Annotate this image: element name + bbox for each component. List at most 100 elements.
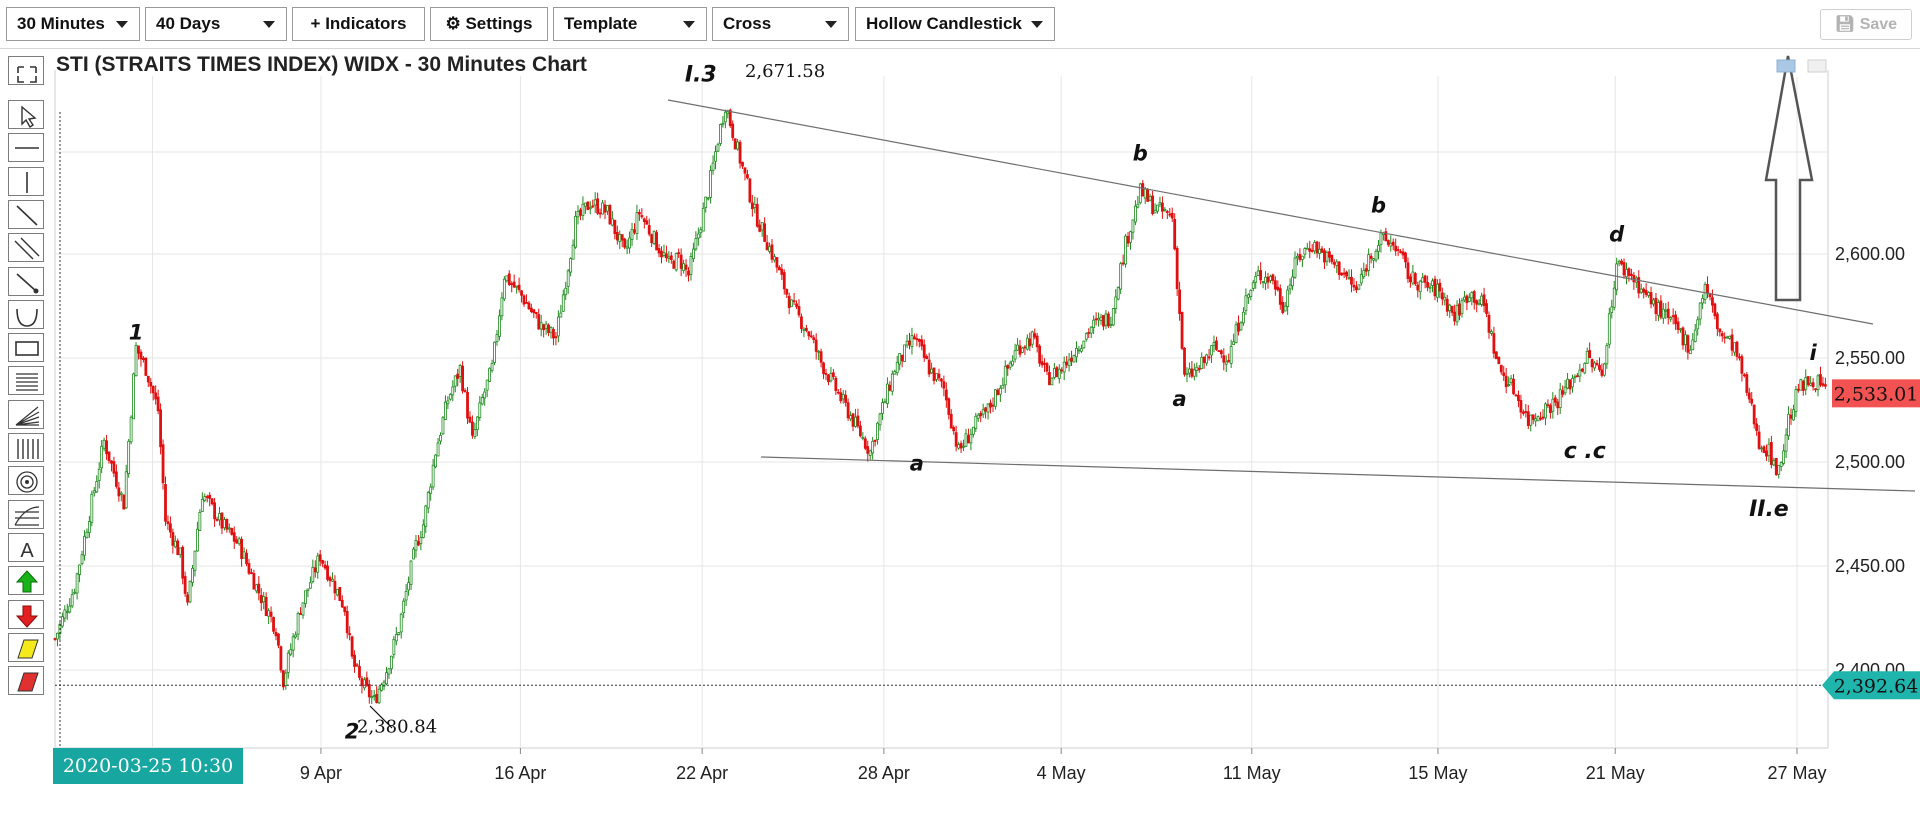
candle-body: [149, 382, 153, 387]
candle-body: [1300, 255, 1304, 260]
candle-body: [313, 567, 317, 573]
candle-body: [1757, 431, 1761, 449]
candle-body: [915, 338, 919, 341]
candle-body: [119, 492, 123, 495]
candle-body: [181, 546, 185, 579]
candle-body: [490, 363, 494, 371]
candle-body: [448, 394, 452, 400]
candle-body: [888, 384, 892, 391]
candle-body: [849, 415, 852, 420]
candle-body: [1661, 308, 1665, 319]
candle-body: [657, 248, 661, 254]
candle-body: [1308, 248, 1312, 252]
candle-body: [70, 594, 74, 607]
layout-icon[interactable]: [1807, 59, 1827, 73]
candle-body: [1185, 373, 1189, 376]
candle-body: [1561, 390, 1565, 395]
up-arrow-annotation: [1764, 55, 1814, 302]
candle-body: [105, 440, 108, 455]
candle-body: [1256, 270, 1260, 276]
candle-body: [1779, 462, 1783, 467]
chart-type-icon[interactable]: [1776, 59, 1796, 73]
candle-body: [375, 694, 379, 703]
candle-body: [188, 580, 192, 603]
candle-body: [1126, 236, 1130, 244]
wave-label: b: [1133, 141, 1148, 165]
candle-body: [1008, 362, 1012, 368]
candle-body: [1197, 367, 1201, 371]
candle-body: [1332, 262, 1336, 265]
candle-body: [311, 566, 315, 582]
candle-body: [665, 253, 668, 259]
candle-body: [262, 596, 266, 603]
candle-body: [1774, 457, 1778, 476]
candle-body: [667, 256, 671, 259]
candle-body: [566, 270, 570, 287]
candle-body: [819, 351, 823, 363]
candle-body: [1423, 275, 1427, 283]
candle-body: [444, 401, 447, 420]
candle-body: [1296, 255, 1299, 259]
candle-body: [186, 594, 189, 603]
candle-body: [365, 677, 369, 686]
candle-body: [1082, 340, 1086, 349]
candle-body: [736, 141, 740, 150]
candle-body: [1244, 295, 1248, 311]
candle-body: [930, 368, 934, 374]
candle-body: [603, 204, 607, 213]
candle-body: [606, 205, 609, 212]
candle-body: [728, 109, 732, 126]
candle-body: [56, 632, 59, 640]
candle-body: [166, 521, 170, 524]
candle-body: [350, 636, 354, 657]
candle-body: [1045, 363, 1049, 372]
candle-body: [952, 427, 956, 432]
candle-body: [254, 584, 258, 592]
candle-body: [753, 203, 757, 209]
price-chart[interactable]: 2,400.002,450.002,500.002,550.002,600.00…: [0, 0, 1920, 817]
candle-body: [701, 207, 705, 232]
candle-body: [1409, 276, 1412, 283]
candle-body: [628, 237, 631, 249]
candle-body: [957, 444, 961, 449]
last-price-label: 2,533.01: [1834, 383, 1919, 405]
candle-body: [208, 494, 212, 499]
candle-body: [893, 371, 897, 375]
candle-body: [596, 198, 600, 214]
candle-body: [358, 666, 361, 678]
candle-body: [267, 610, 271, 617]
candle-body: [1070, 357, 1073, 362]
candle-body: [1620, 260, 1623, 265]
candle-body: [525, 302, 528, 304]
candle-body: [404, 591, 408, 601]
y-tick-label: 2,550.00: [1835, 348, 1905, 368]
candle-body: [814, 339, 818, 352]
candle-body: [159, 409, 162, 448]
wave-label: 2,380.84: [357, 716, 437, 737]
candle-body: [362, 679, 366, 689]
candle-body: [638, 211, 641, 215]
candle-body: [1318, 248, 1321, 254]
candle-body: [240, 538, 244, 560]
candle-body: [920, 339, 924, 347]
candle-body: [841, 393, 845, 400]
candle-body: [1254, 276, 1258, 283]
candle-body: [1492, 333, 1496, 354]
candle-body: [822, 362, 825, 374]
candle-body: [68, 605, 72, 613]
candle-body: [1529, 414, 1533, 426]
candle-body: [1490, 331, 1493, 334]
candle-body: [586, 201, 590, 211]
candle-body: [1725, 336, 1729, 339]
candle-body: [844, 394, 848, 403]
candle-body: [1531, 414, 1535, 420]
candle-body: [1647, 292, 1650, 296]
candle-body: [991, 404, 995, 407]
candle-body: [439, 434, 442, 442]
candle-body: [1396, 249, 1400, 251]
candle-body: [1129, 231, 1132, 243]
candle-body: [1077, 349, 1081, 352]
candle-body: [900, 354, 904, 362]
candle-body: [1622, 262, 1626, 276]
candle-body: [318, 554, 322, 562]
